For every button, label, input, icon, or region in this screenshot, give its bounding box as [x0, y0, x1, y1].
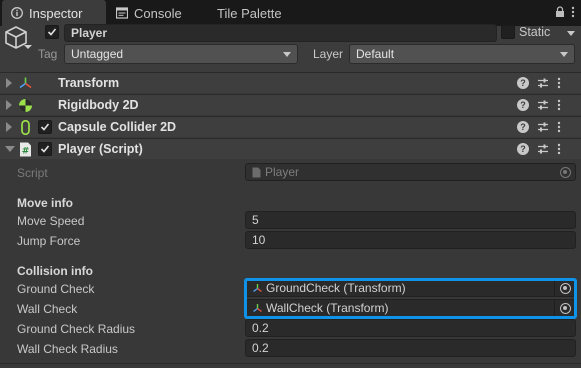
foldout-arrow-icon[interactable] [5, 146, 15, 152]
presets-icon[interactable] [537, 77, 549, 89]
tab-console-label: Console [134, 5, 182, 21]
layer-label: Layer [313, 47, 344, 61]
editor-tab-bar: Inspector Console Tile Palette [0, 0, 581, 26]
foldout-arrow-icon[interactable] [6, 100, 12, 110]
script-icon: # [18, 142, 33, 157]
presets-icon[interactable] [537, 143, 549, 155]
static-checkbox[interactable] [501, 25, 515, 39]
component-capsule-collider-2d[interactable]: Capsule Collider 2D ? [0, 116, 581, 137]
svg-text:#: # [22, 147, 30, 157]
context-menu-icon[interactable] [557, 143, 569, 155]
jump-force-label: Jump Force [17, 234, 81, 248]
help-icon[interactable]: ? [517, 99, 529, 111]
script-field: Player [245, 163, 576, 181]
wall-check-radius-label: Wall Check Radius [17, 342, 118, 356]
gameobject-cube-icon[interactable] [5, 26, 35, 55]
layer-dropdown[interactable]: Default [349, 44, 575, 64]
tag-dropdown[interactable]: Untagged [64, 44, 298, 64]
component-rigidbody2d[interactable]: Rigidbody 2D ? [0, 94, 581, 115]
script-label: Script [17, 166, 48, 180]
tag-label: Tag [38, 47, 58, 61]
jump-force-field[interactable]: 10 [245, 231, 576, 249]
context-menu-icon[interactable] [557, 121, 569, 133]
ground-check-radius-label: Ground Check Radius [17, 322, 136, 336]
component-enabled-checkbox[interactable] [38, 120, 52, 134]
chevron-down-icon [283, 52, 291, 57]
info-icon [11, 7, 23, 19]
component-title: Capsule Collider 2D [58, 120, 177, 134]
selection-highlight [244, 278, 577, 319]
help-icon[interactable]: ? [517, 143, 529, 155]
presets-icon[interactable] [537, 99, 549, 111]
tab-tile-palette[interactable]: Tile Palette [217, 0, 282, 26]
lock-icon[interactable] [555, 6, 565, 21]
foldout-arrow-icon[interactable] [6, 78, 12, 88]
tab-inspector[interactable]: Inspector [2, 0, 106, 26]
script-file-icon [252, 167, 261, 178]
wall-check-radius-field[interactable]: 0.2 [245, 339, 576, 357]
ground-check-label: Ground Check [17, 282, 95, 296]
capsule-collider-icon [18, 119, 33, 136]
console-icon [115, 7, 129, 19]
rigidbody2d-icon [18, 98, 33, 113]
tab-console[interactable]: Console [115, 0, 182, 26]
component-enabled-checkbox[interactable] [38, 142, 52, 156]
component-title: Rigidbody 2D [58, 98, 139, 112]
divider [0, 363, 581, 364]
transform-icon [18, 76, 33, 91]
component-transform[interactable]: Transform ? [0, 72, 581, 93]
wall-check-label: Wall Check [17, 302, 78, 316]
object-name-field[interactable]: Player [64, 24, 497, 42]
component-title: Player (Script) [58, 142, 143, 156]
active-checkbox[interactable] [45, 25, 59, 39]
move-speed-field[interactable]: 5 [245, 211, 576, 229]
collision-info-header: Collision info [17, 264, 93, 278]
help-icon[interactable]: ? [517, 121, 529, 133]
component-title: Transform [58, 76, 120, 90]
context-menu-icon[interactable] [557, 99, 569, 111]
layer-value: Default [356, 47, 395, 61]
component-player-script[interactable]: # Player (Script) ? [0, 138, 581, 159]
tab-inspector-label: Inspector [29, 5, 83, 21]
context-menu-icon[interactable] [557, 77, 569, 89]
foldout-arrow-icon[interactable] [6, 122, 12, 132]
presets-icon[interactable] [537, 121, 549, 133]
tag-value: Untagged [71, 47, 124, 61]
static-dropdown-arrow-icon[interactable] [567, 31, 575, 36]
script-value: Player [265, 165, 300, 179]
more-menu-icon[interactable] [571, 6, 575, 21]
chevron-down-icon [560, 52, 568, 57]
static-label: Static [519, 25, 551, 39]
ground-check-radius-field[interactable]: 0.2 [245, 319, 576, 337]
object-picker-icon [560, 167, 571, 178]
help-icon[interactable]: ? [517, 77, 529, 89]
tab-tile-palette-label: Tile Palette [217, 5, 282, 21]
move-speed-label: Move Speed [17, 214, 85, 228]
move-info-header: Move info [17, 196, 73, 210]
